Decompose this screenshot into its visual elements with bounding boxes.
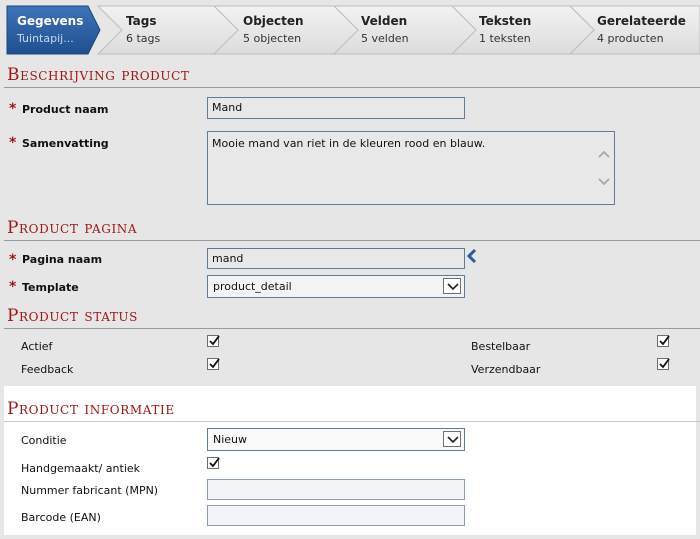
required-star: * — [9, 135, 17, 151]
step-teksten[interactable]: Teksten 1 teksten — [453, 0, 571, 62]
section-title-beschrijving: Beschrijving product — [7, 65, 190, 85]
required-star: * — [9, 101, 17, 117]
pagina-naam-label: Pagina naam — [22, 253, 103, 266]
product-naam-input[interactable]: Mand — [207, 97, 465, 119]
chevron-down-icon[interactable] — [443, 431, 461, 447]
conditie-select[interactable]: Nieuw — [207, 428, 465, 451]
step-velden[interactable]: Velden 5 velden — [335, 0, 453, 62]
mpn-input[interactable] — [207, 479, 465, 500]
chevron-down-icon[interactable] — [443, 278, 461, 294]
checkmark-icon — [209, 358, 220, 369]
ean-label: Barcode (EAN) — [21, 511, 101, 524]
samenvatting-label: Samenvatting — [22, 137, 109, 150]
pagina-naam-input[interactable]: mand — [207, 248, 465, 269]
step-tags[interactable]: Tags 6 tags — [100, 0, 215, 62]
scroll-up-icon[interactable] — [598, 149, 610, 159]
step-title: Teksten — [479, 14, 532, 28]
feedback-label: Feedback — [21, 363, 74, 376]
step-title: Tags — [126, 14, 157, 28]
step-objecten[interactable]: Objecten 5 objecten — [215, 0, 335, 62]
required-star: * — [9, 279, 17, 295]
checkmark-icon — [659, 358, 670, 369]
checkmark-icon — [659, 335, 670, 346]
samenvatting-textarea[interactable]: Mooie mand van riet in de kleuren rood e… — [207, 131, 615, 205]
mpn-label: Nummer fabricant (MPN) — [21, 484, 159, 497]
feedback-checkbox[interactable] — [207, 358, 220, 370]
section-title-status: Product status — [7, 306, 138, 326]
handgemaakt-checkbox[interactable] — [207, 457, 220, 469]
section-divider — [4, 87, 700, 88]
bestelbaar-checkbox[interactable] — [657, 335, 670, 347]
conditie-select-value: Nieuw — [213, 433, 248, 446]
wizard-steps: Gegevens Tuintapij... Tags 6 tags Object… — [0, 0, 700, 62]
step-subtitle: Tuintapij... — [17, 32, 74, 45]
checkmark-icon — [209, 335, 220, 346]
checkmark-icon — [209, 457, 220, 468]
step-subtitle: 5 objecten — [243, 32, 302, 45]
bestelbaar-label: Bestelbaar — [471, 340, 531, 353]
samenvatting-text: Mooie mand van riet in de kleuren rood e… — [212, 137, 486, 150]
step-title: Gerelateerde — [597, 14, 686, 28]
product-naam-label: Product naam — [22, 103, 109, 116]
section-title-informatie: Product informatie — [7, 399, 175, 419]
step-gegevens[interactable]: Gegevens Tuintapij... — [0, 0, 100, 62]
conditie-label: Conditie — [21, 434, 67, 447]
verzendbaar-checkbox[interactable] — [657, 358, 670, 370]
section-title-pagina: Product pagina — [7, 218, 138, 238]
required-star: * — [9, 252, 17, 268]
actief-checkbox[interactable] — [207, 335, 220, 347]
step-subtitle: 1 teksten — [479, 32, 531, 45]
section-divider — [4, 421, 700, 422]
ean-input[interactable] — [207, 505, 465, 526]
scroll-down-icon[interactable] — [598, 177, 610, 187]
step-title: Gegevens — [17, 14, 84, 28]
template-select-value: product_detail — [213, 280, 292, 293]
step-subtitle: 6 tags — [126, 32, 161, 45]
template-select[interactable]: product_detail — [207, 275, 465, 298]
chevron-left-icon[interactable] — [466, 248, 478, 264]
step-title: Objecten — [243, 14, 304, 28]
verzendbaar-label: Verzendbaar — [471, 363, 541, 376]
step-title: Velden — [361, 14, 408, 28]
actief-label: Actief — [21, 340, 53, 353]
step-gerelateerde[interactable]: Gerelateerde 4 producten — [571, 0, 700, 62]
template-label: Template — [22, 281, 79, 294]
step-subtitle: 4 producten — [597, 32, 664, 45]
step-subtitle: 5 velden — [361, 32, 409, 45]
section-divider — [4, 240, 700, 241]
section-divider — [4, 328, 700, 329]
handgemaakt-label: Handgemaakt/ antiek — [21, 462, 141, 475]
